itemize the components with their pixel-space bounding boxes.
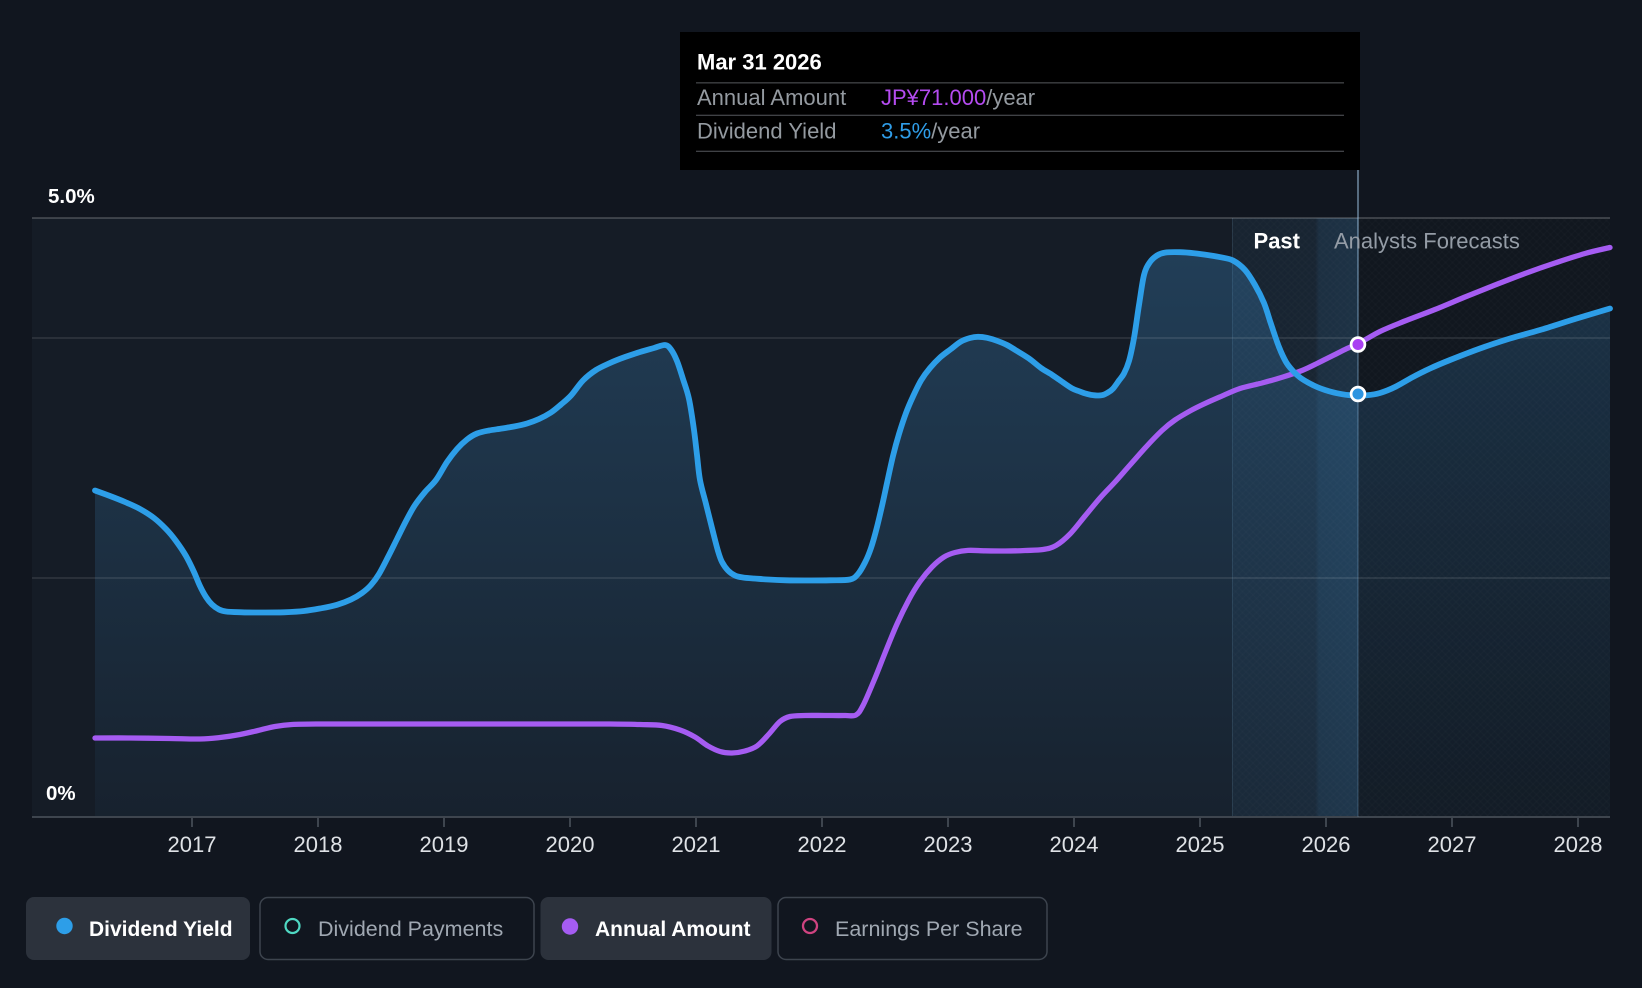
svg-text:2024: 2024 <box>1050 832 1099 857</box>
svg-text:JP¥71.000/year: JP¥71.000/year <box>881 85 1035 110</box>
svg-text:Dividend Payments: Dividend Payments <box>318 917 503 941</box>
svg-text:2028: 2028 <box>1554 832 1603 857</box>
svg-text:Dividend Yield: Dividend Yield <box>697 119 836 144</box>
svg-text:Analysts Forecasts: Analysts Forecasts <box>1334 229 1520 254</box>
svg-text:Dividend Yield: Dividend Yield <box>89 918 233 941</box>
svg-text:2022: 2022 <box>798 832 847 857</box>
svg-text:2018: 2018 <box>294 832 343 857</box>
svg-text:5.0%: 5.0% <box>48 185 95 208</box>
svg-text:2025: 2025 <box>1176 832 1225 857</box>
svg-text:Annual Amount: Annual Amount <box>595 918 751 941</box>
svg-text:2026: 2026 <box>1302 832 1351 857</box>
svg-text:2027: 2027 <box>1428 832 1477 857</box>
svg-text:2021: 2021 <box>672 832 721 857</box>
svg-text:Annual Amount: Annual Amount <box>697 85 846 110</box>
svg-text:Earnings Per Share: Earnings Per Share <box>835 917 1023 941</box>
svg-text:Mar 31 2026: Mar 31 2026 <box>697 50 822 75</box>
svg-text:2019: 2019 <box>420 832 469 857</box>
svg-text:2020: 2020 <box>546 832 595 857</box>
svg-text:0%: 0% <box>46 782 76 805</box>
svg-text:2023: 2023 <box>924 832 973 857</box>
svg-text:2017: 2017 <box>168 832 217 857</box>
svg-text:3.5%/year: 3.5%/year <box>881 119 980 144</box>
svg-text:Past: Past <box>1254 229 1301 254</box>
